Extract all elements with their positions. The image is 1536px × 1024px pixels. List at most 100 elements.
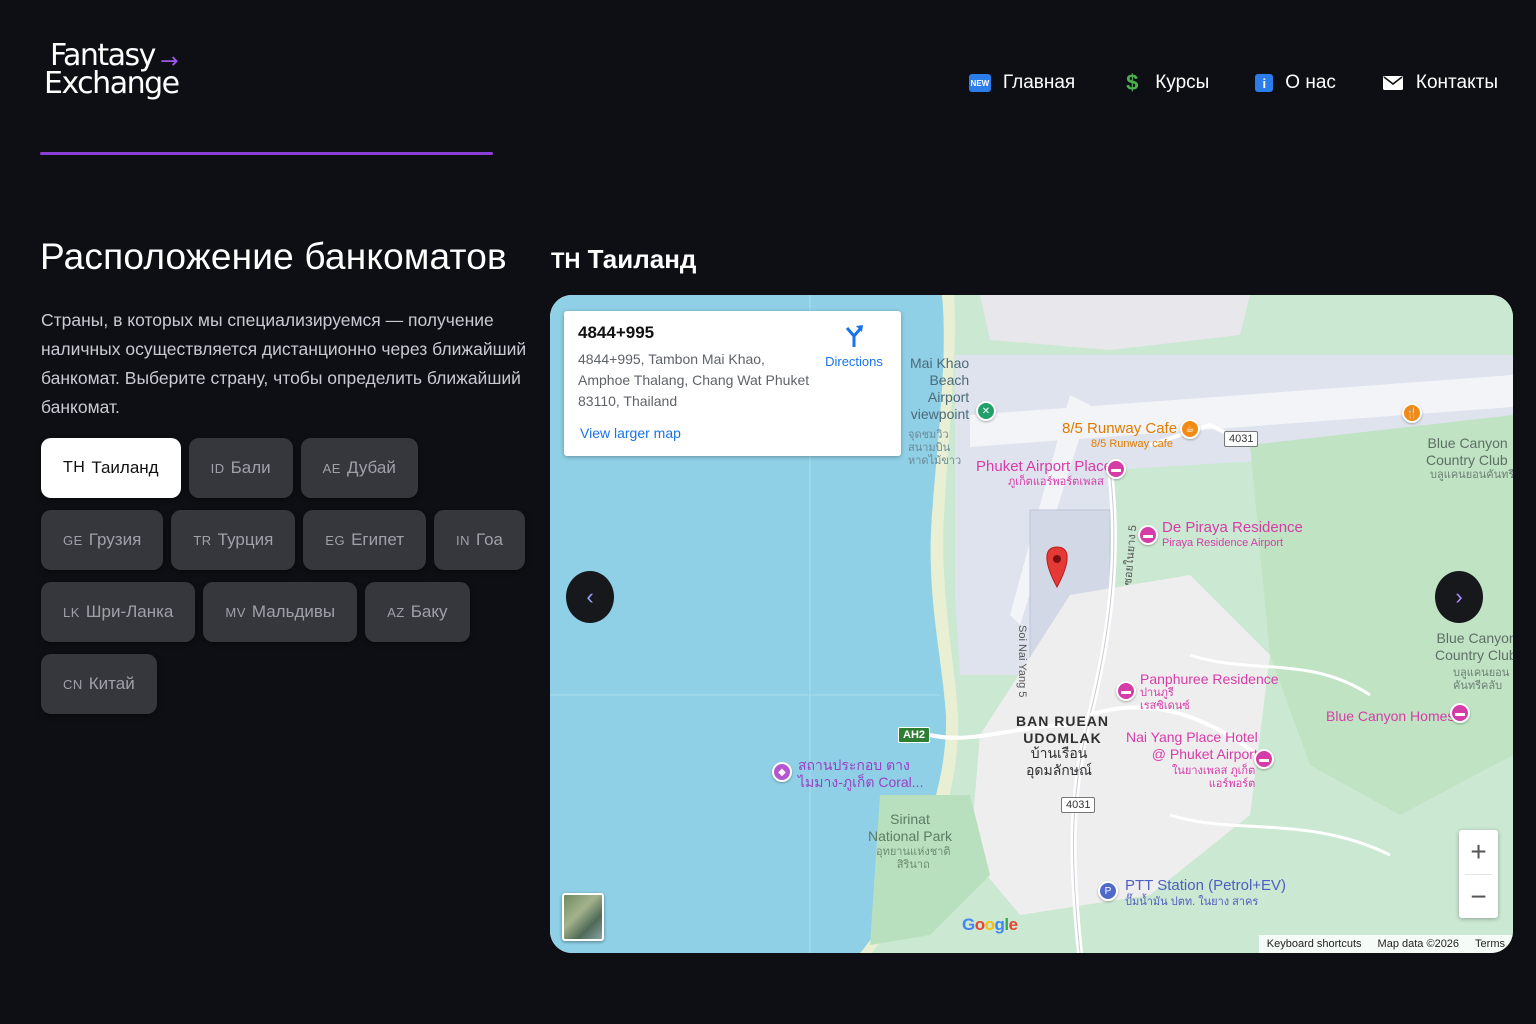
brand-line2: Exchange xyxy=(44,66,180,101)
selected-country-title: TH Таиланд xyxy=(551,244,696,275)
country-label: Бали xyxy=(230,458,271,477)
map-label-viewpoint: Mai Khao Beach Airport viewpoint xyxy=(910,355,970,422)
map-label-ptt-th: ปั๊มน้ำมัน ปตท. ในยาง สาคร xyxy=(1125,896,1259,908)
country-label: Китай xyxy=(88,674,135,693)
map-label-blue-canyon-1-th: บลูแคนยอนคันทรีคลับ xyxy=(1430,469,1513,481)
country-chip-ae[interactable]: AE Дубай xyxy=(300,438,418,498)
map-label-ban-ruean-th: บ้านเรือน อุดมลักษณ์ xyxy=(1026,745,1093,778)
country-chip-id[interactable]: ID Бали xyxy=(188,438,293,498)
map-label-airport-place-th: ภูเก็ตแอร์พอร์ตเพลส xyxy=(1008,476,1104,488)
logo-underline xyxy=(40,152,493,155)
map-label-runway-cafe-sub: 8/5 Runway cafe xyxy=(1091,438,1173,450)
map-label-airport-place: Phuket Airport Place xyxy=(976,458,1112,475)
country-chip-cn[interactable]: CN Китай xyxy=(41,654,157,714)
country-code: TR xyxy=(193,532,212,548)
country-label: Гоа xyxy=(476,530,503,549)
page-title: Расположение банкоматов xyxy=(40,236,507,277)
country-code: EG xyxy=(325,532,346,548)
country-chip-az[interactable]: AZ Баку xyxy=(365,582,470,642)
nav-item-home[interactable]: NEW Главная xyxy=(968,72,1076,94)
country-code: MV xyxy=(225,604,246,620)
new-icon: NEW xyxy=(968,74,991,92)
hotel-icon[interactable]: ▬ xyxy=(1138,525,1158,545)
country-label: Дубай xyxy=(346,458,396,477)
restaurant-icon[interactable]: 🍴 xyxy=(1402,403,1422,423)
place-plus-code: 4844+995 xyxy=(578,323,655,342)
map-label-blue-canyon-homes: Blue Canyon Homes 2 xyxy=(1326,708,1467,724)
country-code: AE xyxy=(322,460,341,476)
country-chip-lk[interactable]: LK Шри-Ланка xyxy=(41,582,196,642)
keyboard-shortcuts-link[interactable]: Keyboard shortcuts xyxy=(1267,938,1362,950)
map-label-de-piraya-sub: Piraya Residence Airport xyxy=(1162,537,1284,549)
view-larger-map-link[interactable]: View larger map xyxy=(580,425,681,441)
terms-link[interactable]: Terms xyxy=(1475,938,1505,950)
map-label-runway-cafe: 8/5 Runway Cafe xyxy=(1062,420,1178,437)
country-chip-ge[interactable]: GE Грузия xyxy=(41,510,164,570)
top-nav: NEW Главная $ Курсы i О нас Контакты xyxy=(968,70,1498,95)
nav-item-rates[interactable]: $ Курсы xyxy=(1121,70,1210,95)
country-label: Мальдивы xyxy=(251,602,336,621)
map-label-blue-canyon-2: Blue Canyon Country Club xyxy=(1435,630,1513,663)
country-code: GE xyxy=(63,532,83,548)
country-label: Турция xyxy=(217,530,274,549)
brand-logo[interactable]: Fantasy Exchange → xyxy=(44,41,180,101)
info-icon: i xyxy=(1255,74,1274,92)
place-info-card: 4844+995 4844+995, Tambon Mai Khao, Amph… xyxy=(564,311,901,456)
map-label-coral: สถานประกอบ ตาง ไมมาง-ภูเก็ต Coral... xyxy=(798,757,924,790)
hotel-icon[interactable]: ▬ xyxy=(1116,681,1136,701)
country-code: CN xyxy=(63,676,83,692)
map-label-panphuree: Panphuree Residence xyxy=(1140,671,1279,687)
map-label-ban-ruean: BAN RUEAN UDOMLAK xyxy=(1016,713,1109,746)
nav-label: Курсы xyxy=(1155,72,1210,93)
directions-label: Directions xyxy=(825,354,883,369)
hotel-icon[interactable]: ▬ xyxy=(1254,749,1274,769)
place-address: 4844+995, Tambon Mai Khao, Amphoe Thalan… xyxy=(578,351,810,409)
satellite-toggle-button[interactable] xyxy=(562,893,604,941)
hotel-icon[interactable]: ▬ xyxy=(1106,459,1126,479)
section-description: Страны, в которых мы специализируемся — … xyxy=(41,310,527,417)
route-shield-ah2: AH2 xyxy=(898,727,931,743)
country-label: Египет xyxy=(351,530,405,549)
mail-icon xyxy=(1382,73,1404,93)
country-chip-eg[interactable]: EG Египет xyxy=(303,510,427,570)
nav-label: Главная xyxy=(1002,72,1076,93)
cafe-icon[interactable]: ☕ xyxy=(1180,419,1200,439)
map-label-nai-yang-hotel: Nai Yang Place Hotel @ Phuket Airport xyxy=(1126,729,1258,762)
country-chip-tr[interactable]: TR Турция xyxy=(171,510,296,570)
zoom-out-button[interactable]: − xyxy=(1459,875,1498,919)
nav-item-about[interactable]: i О нас xyxy=(1255,72,1336,94)
map-label-viewpoint-th: จุดชมวิว สนามบิน หาดไม้ขาว xyxy=(908,429,962,467)
country-code: ID xyxy=(210,460,225,476)
dollar-icon: $ xyxy=(1126,70,1139,95)
map-label-soi: Soi Nai Yang 5 xyxy=(1016,625,1028,698)
country-chip-th[interactable]: TH Таиланд xyxy=(41,438,181,498)
viewpoint-icon[interactable]: ✕ xyxy=(976,401,996,421)
map-label-ptt: PTT Station (Petrol+EV) xyxy=(1125,877,1287,894)
map-attribution: Keyboard shortcuts Map data ©2026 Terms xyxy=(1258,935,1513,953)
country-chip-mv[interactable]: MV Мальдивы xyxy=(203,582,358,642)
nav-label: Контакты xyxy=(1415,72,1498,93)
country-selector: TH Таиланд ID Бали AE Дубай GE Грузия TR Турц… xyxy=(41,438,541,726)
map-label-de-piraya: De Piraya Residence xyxy=(1162,519,1303,536)
prev-arrow-button[interactable]: ‹ xyxy=(566,571,614,623)
brand-arrow-icon: → xyxy=(160,49,179,74)
route-shield-4031: 4031 xyxy=(1224,431,1259,447)
fuel-icon[interactable]: P xyxy=(1098,881,1118,901)
selected-country-label: Таиланд xyxy=(587,244,697,274)
nav-label: О нас xyxy=(1285,72,1336,93)
zoom-in-button[interactable]: + xyxy=(1459,830,1498,874)
hotel-icon[interactable]: ▬ xyxy=(1450,703,1470,723)
country-code: TH xyxy=(63,459,86,476)
atm-map[interactable]: Mai Khao Beach Airport viewpoint จุดชมวิ… xyxy=(550,295,1513,953)
map-label-blue-canyon-2-th: บลูแคนยอน คันทรีคลับ xyxy=(1453,667,1510,692)
next-arrow-button[interactable]: › xyxy=(1435,571,1483,623)
poi-icon[interactable]: ◆ xyxy=(772,762,792,782)
directions-button[interactable]: Directions xyxy=(823,323,885,369)
map-label-panphuree-th: ปานภูรี เรสซิเดนซ์ xyxy=(1140,687,1190,712)
route-shield-4031: 4031 xyxy=(1061,797,1096,813)
nav-item-contacts[interactable]: Контакты xyxy=(1382,72,1498,94)
map-label-sirinat-th: อุทยานแห่งชาติ สิรินาถ xyxy=(876,846,951,871)
map-label-sirinat: Sirinat National Park xyxy=(868,811,953,844)
country-chip-in[interactable]: IN Гоа xyxy=(434,510,525,570)
zoom-control: + − xyxy=(1459,830,1498,918)
